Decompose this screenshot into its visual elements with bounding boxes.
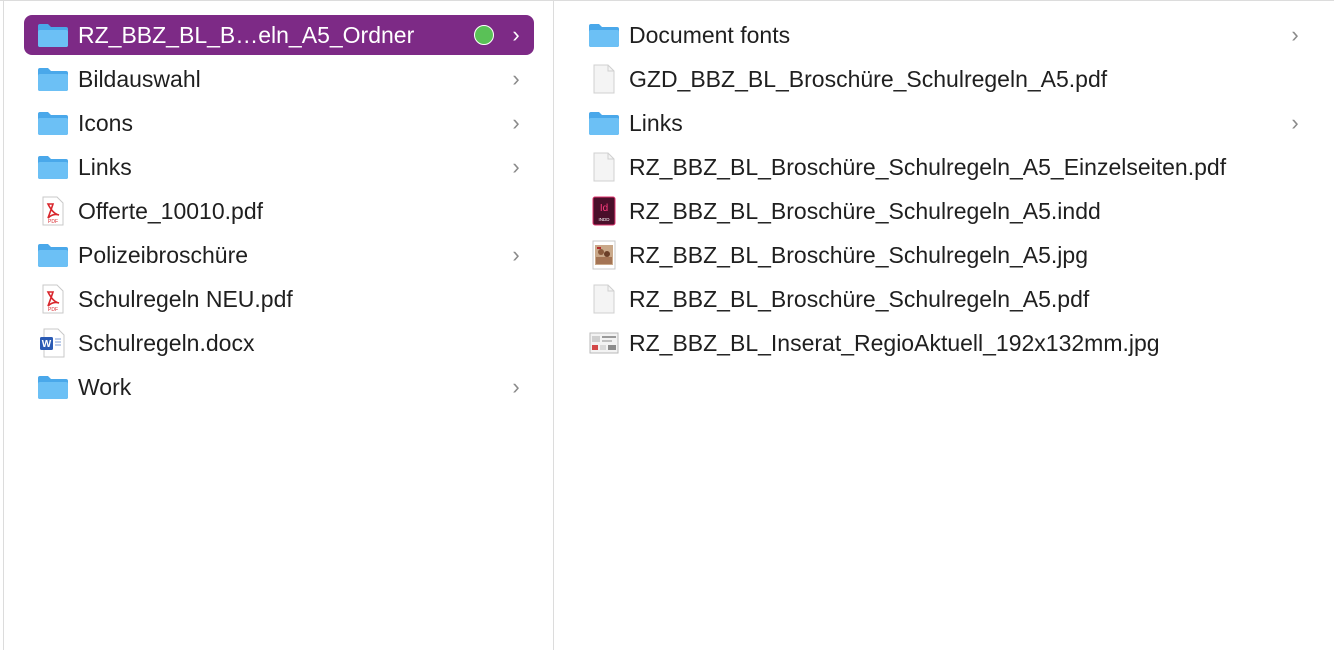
blank-file-icon (587, 152, 621, 182)
blank-file-icon (587, 64, 621, 94)
chevron-right-icon: › (512, 154, 520, 179)
list-item-file[interactable]: PDF Offerte_10010.pdf (24, 191, 534, 231)
folder-icon (587, 108, 621, 138)
item-label: Work (78, 374, 132, 400)
folder-icon (36, 64, 70, 94)
list-item-folder[interactable]: Links › (577, 103, 1313, 143)
list-item-folder[interactable]: Work › (24, 367, 534, 407)
item-label: Schulregeln NEU.pdf (78, 286, 293, 312)
list-item-folder[interactable]: Links › (24, 147, 534, 187)
chevron-right-icon: › (1291, 22, 1299, 47)
list-item-file[interactable]: RZ_BBZ_BL_Broschüre_Schulregeln_A5.pdf (577, 279, 1313, 319)
chevron-right-icon: › (512, 374, 520, 399)
list-item-file[interactable]: RZ_BBZ_BL_Broschüre_Schulregeln_A5.jpg (577, 235, 1313, 275)
folder-icon (36, 108, 70, 138)
item-label: RZ_BBZ_BL_Broschüre_Schulregeln_A5.jpg (629, 242, 1088, 268)
svg-text:W: W (42, 339, 52, 350)
pdf-file-icon: PDF (36, 196, 70, 226)
browser-column-1[interactable]: RZ_BBZ_BL_B…eln_A5_Ordner › Bildauswahl … (4, 0, 554, 650)
list-item-selected-folder[interactable]: RZ_BBZ_BL_B…eln_A5_Ordner › (24, 15, 534, 55)
list-item-file[interactable]: PDF Schulregeln NEU.pdf (24, 279, 534, 319)
item-label: Schulregeln.docx (78, 330, 255, 356)
item-label: Links (78, 154, 132, 180)
item-label: RZ_BBZ_BL_B…eln_A5_Ordner (78, 22, 415, 48)
list-item-folder[interactable]: Bildauswahl › (24, 59, 534, 99)
item-label: RZ_BBZ_BL_Inserat_RegioAktuell_192x132mm… (629, 330, 1160, 356)
folder-icon (587, 20, 621, 50)
item-label: GZD_BBZ_BL_Broschüre_Schulregeln_A5.pdf (629, 66, 1108, 92)
item-label: RZ_BBZ_BL_Broschüre_Schulregeln_A5.pdf (629, 286, 1090, 312)
image-thumbnail-icon (587, 240, 621, 270)
item-label: Links (629, 110, 683, 136)
item-label: Bildauswahl (78, 66, 201, 92)
list-item-file[interactable]: RZ_BBZ_BL_Inserat_RegioAktuell_192x132mm… (577, 323, 1313, 363)
pdf-file-icon: PDF (36, 284, 70, 314)
item-label: Document fonts (629, 22, 791, 48)
word-file-icon: W (36, 328, 70, 358)
indesign-file-icon: Id INDD (587, 196, 621, 226)
item-label: Icons (78, 110, 133, 136)
list-item-folder[interactable]: Polizeibroschüre › (24, 235, 534, 275)
chevron-right-icon: › (1291, 110, 1299, 135)
list-item-file[interactable]: Id INDD RZ_BBZ_BL_Broschüre_Schulregeln_A… (577, 191, 1313, 231)
list-item-folder[interactable]: Document fonts › (577, 15, 1313, 55)
folder-icon (36, 240, 70, 270)
folder-icon (36, 20, 70, 50)
chevron-right-icon: › (512, 242, 520, 267)
item-label: RZ_BBZ_BL_Broschüre_Schulregeln_A5.indd (629, 198, 1101, 224)
item-label: Polizeibroschüre (78, 242, 249, 268)
svg-text:INDD: INDD (599, 217, 611, 222)
svg-text:PDF: PDF (48, 219, 58, 225)
svg-text:PDF: PDF (48, 307, 58, 313)
browser-column-2[interactable]: Document fonts › GZD_BBZ_BL_Broschüre_Sc… (555, 0, 1334, 650)
wide-image-thumbnail-icon (587, 328, 621, 358)
blank-file-icon (587, 284, 621, 314)
svg-text:Id: Id (600, 203, 608, 214)
chevron-right-icon: › (512, 110, 520, 135)
green-tag-dot (474, 25, 494, 45)
chevron-right-icon: › (512, 22, 520, 47)
list-item-folder[interactable]: Icons › (24, 103, 534, 143)
list-item-file[interactable]: GZD_BBZ_BL_Broschüre_Schulregeln_A5.pdf (577, 59, 1313, 99)
item-label: Offerte_10010.pdf (78, 198, 263, 224)
list-item-file[interactable]: RZ_BBZ_BL_Broschüre_Schulregeln_A5_Einze… (577, 147, 1313, 187)
item-label: RZ_BBZ_BL_Broschüre_Schulregeln_A5_Einze… (629, 154, 1227, 180)
folder-icon (36, 152, 70, 182)
folder-icon (36, 372, 70, 402)
list-item-file[interactable]: W Schulregeln.docx (24, 323, 534, 363)
chevron-right-icon: › (512, 66, 520, 91)
